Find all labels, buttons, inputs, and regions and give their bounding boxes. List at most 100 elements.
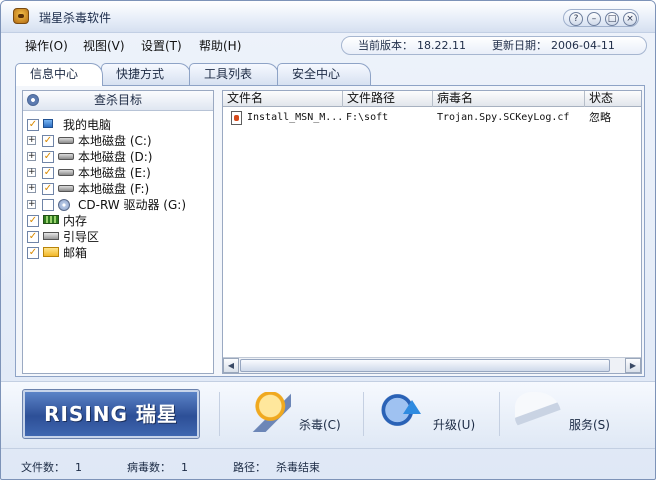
tab-info-center[interactable]: 信息中心 [15, 63, 103, 86]
version-label: 当前版本： [358, 39, 413, 52]
tree-item-label: 本地磁盘 (C:) [78, 134, 152, 148]
tree-item[interactable]: + ✓ 本地磁盘 (C:) [23, 133, 213, 149]
minimize-button[interactable]: – [587, 12, 601, 26]
menu-help[interactable]: 帮助(H) [199, 37, 241, 54]
target-checkbox[interactable]: ✓ [27, 215, 39, 227]
rising-lion-icon [13, 8, 29, 24]
column-path[interactable]: 文件路径 [343, 91, 433, 107]
update-date-label: 更新日期： [491, 39, 547, 52]
tab-security-center[interactable]: 安全中心 [277, 63, 371, 85]
service-button[interactable]: 服务(S) [515, 386, 625, 442]
tree-item[interactable]: ✓ 引导区 [23, 229, 213, 245]
expand-icon[interactable]: + [27, 200, 36, 209]
status-bar: 文件数： 1 病毒数： 1 路径： 杀毒结束 [1, 451, 655, 479]
boot-sector-icon [43, 232, 59, 240]
target-checkbox[interactable] [42, 199, 54, 211]
tree-item[interactable]: + CD-RW 驱动器 (G:) [23, 197, 213, 213]
disk-icon [58, 137, 74, 144]
scroll-right-button[interactable]: ▶ [625, 358, 641, 373]
scan-button-label: 杀毒(C) [299, 418, 341, 432]
tree-item-label: 内存 [63, 214, 88, 228]
scan-target-tree: 查杀目标 ✓ 我的电脑 + ✓ 本地磁盘 (C:) + ✓ 本地磁盘 (D:) + ✓ 本地磁盘 (… [22, 90, 214, 374]
window-title: 瑞星杀毒软件 [39, 11, 112, 25]
memory-icon [43, 215, 59, 224]
tree-item[interactable]: ✓ 邮箱 [23, 245, 213, 261]
table-row[interactable]: Install_MSN_M... F:\soft Trojan.Spy.SCKe… [223, 109, 641, 127]
target-checkbox[interactable]: ✓ [27, 231, 39, 243]
close-button[interactable]: × [623, 12, 637, 26]
tab-tool-list[interactable]: 工具列表 [189, 63, 279, 85]
target-checkbox[interactable]: ✓ [42, 183, 54, 195]
menu-bar: 操作(O) 视图(V) 设置(T) 帮助(H) 当前版本： 18.22.11 更新日… [1, 33, 655, 55]
divider [499, 392, 500, 436]
scan-target-title: 查杀目标 [93, 93, 142, 107]
tree-item-label: CD-RW 驱动器 (G:) [78, 198, 187, 212]
virus-count-value: 1 [181, 461, 188, 474]
magnifier-icon [245, 392, 291, 432]
tree-item[interactable]: + ✓ 本地磁盘 (F:) [23, 181, 213, 197]
tree-item-label: 本地磁盘 (E:) [78, 166, 151, 180]
file-icon [231, 111, 242, 125]
update-date-value: 2006-04-11 [550, 39, 615, 52]
menu-view[interactable]: 视图(V) [83, 37, 125, 54]
update-button-label: 升级(U) [433, 418, 476, 432]
file-count-label: 文件数： [21, 461, 65, 474]
menu-settings[interactable]: 设置(T) [141, 37, 182, 54]
scan-path-label: 路径： [233, 461, 266, 474]
tree-item[interactable]: ✓ 我的电脑 [23, 117, 213, 133]
cell-virus-name: Trojan.Spy.SCKeyLog.cf [437, 112, 570, 123]
results-list: 文件名 文件路径 病毒名 状态 Install_MSN_M... F:\soft… [222, 90, 642, 374]
scroll-left-button[interactable]: ◀ [223, 358, 239, 373]
tree-item-label: 引导区 [63, 230, 100, 244]
divider [219, 392, 220, 436]
virus-count: 病毒数： 1 [127, 459, 188, 475]
action-band: RISING 瑞星 杀毒(C) 升级(U) 服务(S) [1, 381, 655, 449]
cell-status: 忽略 [589, 111, 611, 124]
target-checkbox[interactable]: ✓ [27, 247, 39, 259]
help-button[interactable]: ? [569, 12, 583, 26]
expand-icon[interactable]: + [27, 184, 36, 193]
info-center-panel: 查杀目标 ✓ 我的电脑 + ✓ 本地磁盘 (C:) + ✓ 本地磁盘 (D:) + ✓ 本地磁盘 (… [15, 85, 645, 377]
divider [363, 392, 364, 436]
tree-item[interactable]: + ✓ 本地磁盘 (E:) [23, 165, 213, 181]
globe-update-icon [379, 392, 425, 432]
menu-operate[interactable]: 操作(O) [25, 37, 68, 54]
target-checkbox[interactable]: ✓ [42, 167, 54, 179]
target-icon [27, 94, 39, 106]
target-checkbox[interactable]: ✓ [27, 119, 39, 131]
results-header: 文件名 文件路径 病毒名 状态 [223, 91, 641, 107]
tree-item-label: 邮箱 [63, 246, 88, 260]
column-filename[interactable]: 文件名 [223, 91, 343, 107]
tree-item[interactable]: ✓ 内存 [23, 213, 213, 229]
horizontal-scrollbar[interactable]: ◀ ▶ [223, 357, 641, 373]
column-status[interactable]: 状态 [585, 91, 643, 107]
tree-item-label: 我的电脑 [63, 118, 112, 132]
scan-target-list: ✓ 我的电脑 + ✓ 本地磁盘 (C:) + ✓ 本地磁盘 (D:) + ✓ 本地磁盘 (E:) + ✓… [23, 117, 213, 261]
tree-item[interactable]: + ✓ 本地磁盘 (D:) [23, 149, 213, 165]
scan-path: 路径： 杀毒结束 [233, 459, 320, 475]
target-checkbox[interactable]: ✓ [42, 151, 54, 163]
column-virus-name[interactable]: 病毒名 [433, 91, 585, 107]
disk-icon [58, 153, 74, 160]
mailbox-icon [43, 247, 59, 257]
handshake-icon [515, 392, 561, 432]
file-count-value: 1 [75, 461, 82, 474]
scan-target-header: 查杀目标 [23, 91, 213, 111]
expand-icon[interactable]: + [27, 152, 36, 161]
title-bar[interactable]: 瑞星杀毒软件 ? – □ × [1, 1, 655, 33]
expand-icon[interactable]: + [27, 168, 36, 177]
window-controls: ? – □ × [563, 9, 639, 27]
disk-icon [58, 185, 74, 192]
expand-icon[interactable]: + [27, 136, 36, 145]
virus-count-label: 病毒数： [127, 461, 171, 474]
service-button-label: 服务(S) [569, 418, 610, 432]
scroll-thumb[interactable] [240, 359, 610, 372]
tab-shortcuts[interactable]: 快捷方式 [101, 63, 191, 85]
maximize-button[interactable]: □ [605, 12, 619, 26]
tree-item-label: 本地磁盘 (F:) [78, 182, 150, 196]
update-button[interactable]: 升级(U) [379, 386, 489, 442]
tree-item-label: 本地磁盘 (D:) [78, 150, 153, 164]
scan-button[interactable]: 杀毒(C) [245, 386, 355, 442]
target-checkbox[interactable]: ✓ [42, 135, 54, 147]
file-count: 文件数： 1 [21, 459, 82, 475]
